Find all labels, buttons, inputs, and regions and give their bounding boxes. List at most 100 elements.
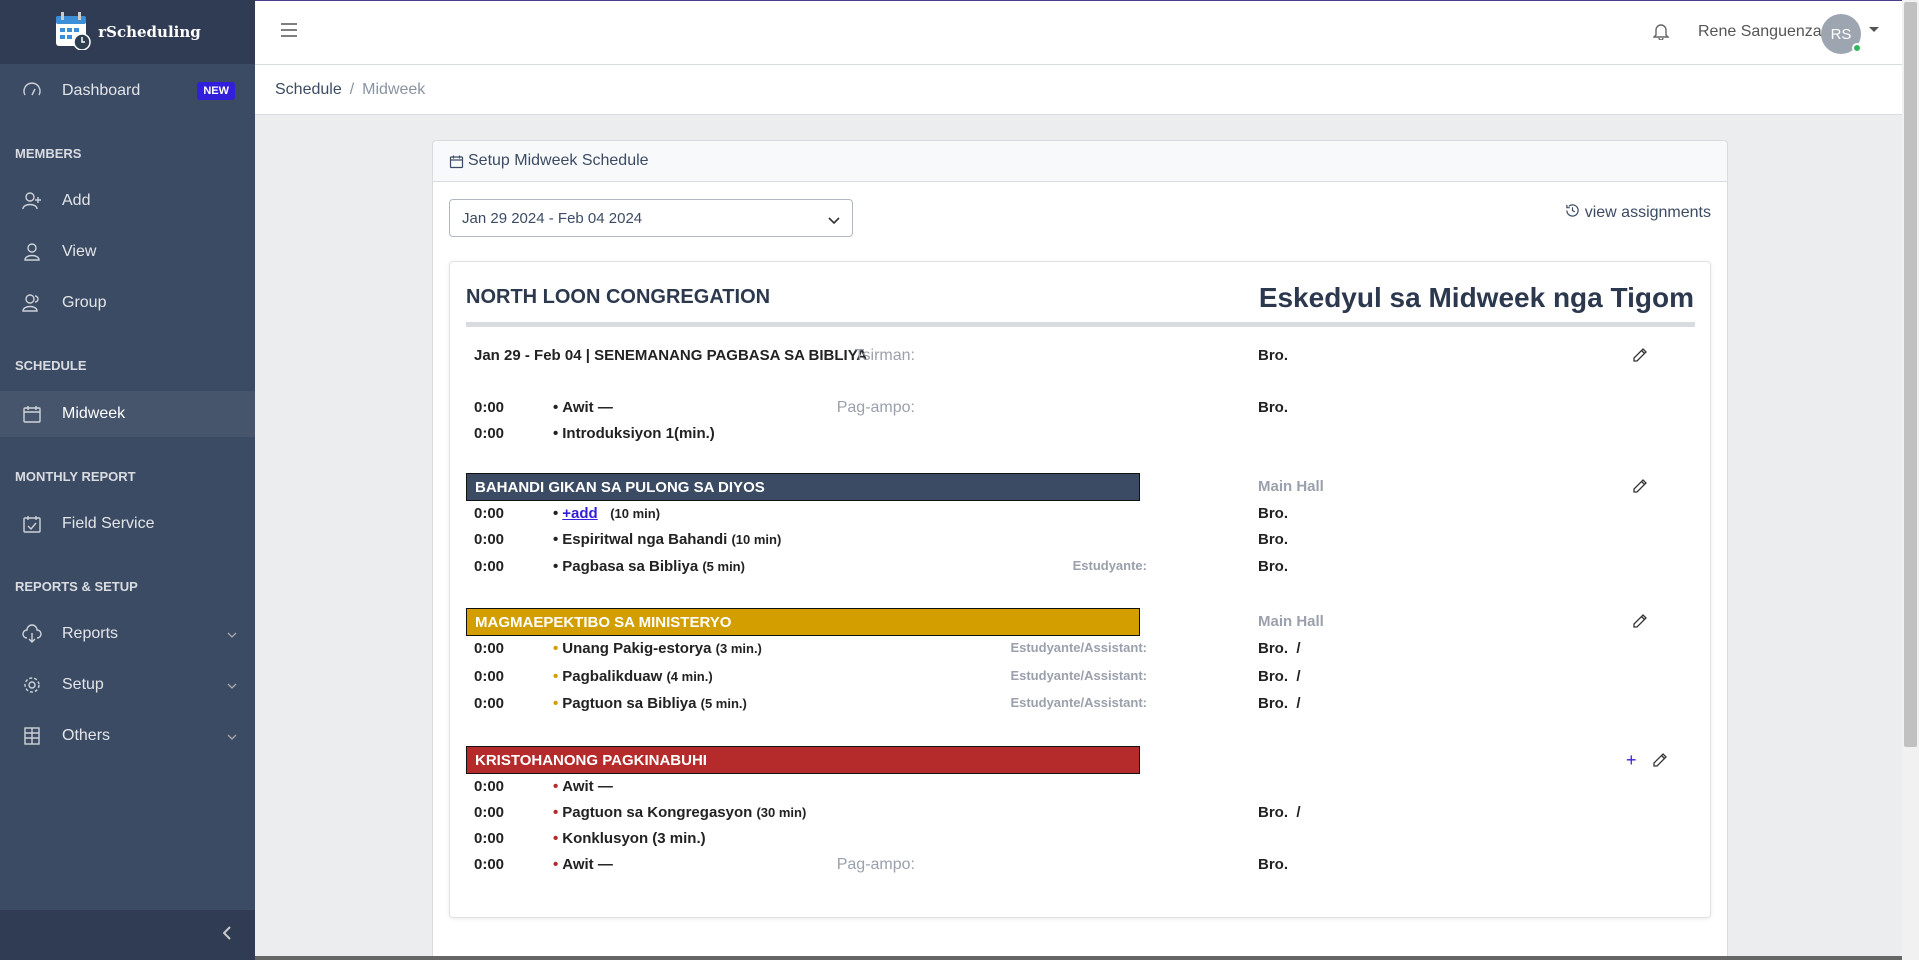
assignee: Bro. (1258, 505, 1288, 522)
list-item: 0:00 • Unang Pakig-estorya (3 min.) Estud… (450, 640, 1712, 662)
bell-icon[interactable] (1652, 22, 1670, 45)
item: • Espiritwal nga Bahandi (10 min) (553, 531, 782, 548)
sidebar-item-label: Dashboard (62, 82, 141, 99)
user-name[interactable]: Rene Sanguenza (1698, 23, 1822, 41)
pencil-icon[interactable] (1632, 478, 1648, 498)
sidebar-item-group[interactable]: Group (0, 280, 255, 326)
header: Rene Sanguenza RS (255, 0, 1919, 65)
sidebar-item-dashboard[interactable]: Dashboard NEW (0, 68, 255, 114)
history-icon (1565, 203, 1580, 223)
list-item: 0:00 • Awit — Pag-ampo: Bro. (450, 856, 1712, 878)
time: 0:00 (474, 804, 505, 821)
list-item: 0:00 • Pagbalikduaw (4 min.) Estudyante/A… (450, 668, 1712, 690)
sidebar-item-label: Midweek (62, 405, 126, 422)
sidebar-item-view[interactable]: View (0, 229, 255, 275)
sidebar-item-field-service[interactable]: Field Service (0, 501, 255, 547)
sidebar-item-setup[interactable]: Setup (0, 662, 255, 708)
add-talk-link[interactable]: +add (562, 505, 597, 522)
assignee: Bro. / (1258, 640, 1301, 657)
assignee: Bro. (1258, 531, 1288, 548)
time: 0:00 (474, 830, 505, 847)
item-label: Awit — (562, 778, 613, 795)
prayer-label: Pag-ampo: (836, 856, 915, 873)
list-item: 0:00 • Pagbasa sa Bibliya (5 min) Estudya… (450, 558, 1712, 580)
schedule-sheet: NORTH LOON CONGREGATION Eskedyul sa Midw… (449, 261, 1711, 918)
sidebar-item-reports[interactable]: Reports (0, 611, 255, 657)
duration: (10 min) (731, 532, 782, 547)
item: • Konklusyon (3 min.) (553, 830, 706, 847)
time: 0:00 (474, 668, 505, 685)
sidebar-item-label: Setup (62, 676, 104, 693)
sidebar-item-label: View (62, 243, 97, 260)
student-assistant-label: Estudyante/Assistant: (1010, 668, 1147, 683)
pencil-icon[interactable] (1652, 752, 1668, 772)
item-label: Introduksiyon 1(min.) (562, 425, 715, 442)
item-label: Pagbalikduaw (562, 668, 663, 685)
chevron-down-icon (227, 729, 237, 743)
list-item: 0:00 • Espiritwal nga Bahandi (10 min) Br… (450, 531, 1712, 553)
view-assignments-link[interactable]: view assignments (1565, 203, 1711, 223)
divider (466, 322, 1695, 327)
sidebar-item-label: Field Service (62, 515, 155, 532)
duration: (5 min.) (700, 696, 747, 711)
assignee: Bro. / (1258, 668, 1301, 685)
week-select[interactable]: Jan 29 2024 - Feb 04 2024 (449, 199, 853, 237)
list-item: 0:00 • Pagtuon sa Bibliya (5 min.) Estudy… (450, 695, 1712, 717)
week-heading-row: Jan 29 - Feb 04 | SENEMANANG PAGBASA SA … (450, 347, 1712, 369)
list-item: 0:00 • Pagtuon sa Kongregasyon (30 min) B… (450, 804, 1712, 826)
sidebar-item-label: Add (62, 192, 91, 209)
time: 0:00 (474, 425, 505, 442)
item: • Pagbalikduaw (4 min.) (553, 668, 713, 685)
sidebar-item-others[interactable]: Others (0, 713, 255, 759)
duration: (10 min) (610, 506, 661, 521)
sidebar-minimizer[interactable] (0, 910, 255, 960)
online-status-dot (1852, 43, 1862, 53)
duration: (30 min) (756, 805, 807, 820)
section-meta: Main Hall (450, 478, 1712, 500)
list-item: 0:00 • Konklusyon (3 min.) (450, 830, 1712, 852)
chevron-left-icon (222, 925, 231, 945)
time: 0:00 (474, 856, 505, 873)
user-add-icon (20, 189, 44, 213)
assignee: Bro. (1258, 558, 1288, 575)
assignee: Bro. (1258, 856, 1288, 873)
prayer-label: Pag-ampo: (836, 399, 915, 416)
list-item: 0:00 • Introduksiyon 1(min.) (450, 425, 1712, 447)
caret-down-icon[interactable] (1869, 27, 1879, 32)
hall-label: Main Hall (1258, 613, 1324, 630)
item: • +add (10 min) (553, 505, 661, 522)
scrollbar-thumb[interactable] (1904, 2, 1917, 747)
sidebar-item-midweek[interactable]: Midweek (0, 391, 255, 437)
breadcrumb: Schedule / Midweek (255, 65, 1919, 115)
list-item: 0:00 • Awit — Pag-ampo: Bro. (450, 399, 1712, 421)
item: • Pagtuon sa Kongregasyon (30 min) (553, 804, 807, 821)
brand-name: rScheduling (98, 23, 201, 41)
list-item: 0:00 • Awit — (450, 778, 1712, 800)
time: 0:00 (474, 558, 505, 575)
assignee: Bro. (1258, 399, 1288, 416)
brand[interactable]: rScheduling (0, 0, 255, 64)
building-icon (20, 724, 44, 748)
add-icon[interactable]: + (1626, 750, 1637, 771)
section-meta: Main Hall (450, 613, 1712, 635)
pencil-icon[interactable] (1632, 613, 1648, 633)
scrollbar[interactable] (1902, 0, 1919, 960)
chevron-down-icon (828, 212, 840, 229)
time: 0:00 (474, 778, 505, 795)
gear-icon (20, 673, 44, 697)
item-label: Pagbasa sa Bibliya (562, 558, 699, 575)
card-header: Setup Midweek Schedule (433, 141, 1727, 182)
item-label: Konklusyon (3 min.) (562, 830, 706, 847)
sidebar-item-label: Others (62, 727, 111, 744)
hall-label: Main Hall (1258, 478, 1324, 495)
breadcrumb-separator: / (349, 80, 355, 98)
breadcrumb-schedule[interactable]: Schedule (275, 81, 342, 99)
calendar-check-icon (20, 512, 44, 536)
sidebar-item-add[interactable]: Add (0, 178, 255, 224)
duration: (4 min.) (666, 669, 713, 684)
pencil-icon[interactable] (1632, 347, 1648, 367)
hamburger-icon[interactable] (281, 23, 297, 42)
week-select-value: Jan 29 2024 - Feb 04 2024 (462, 209, 643, 227)
item-label: Espiritwal nga Bahandi (562, 531, 728, 548)
nav-title-reports-setup: REPORTS & SETUP (15, 579, 138, 594)
